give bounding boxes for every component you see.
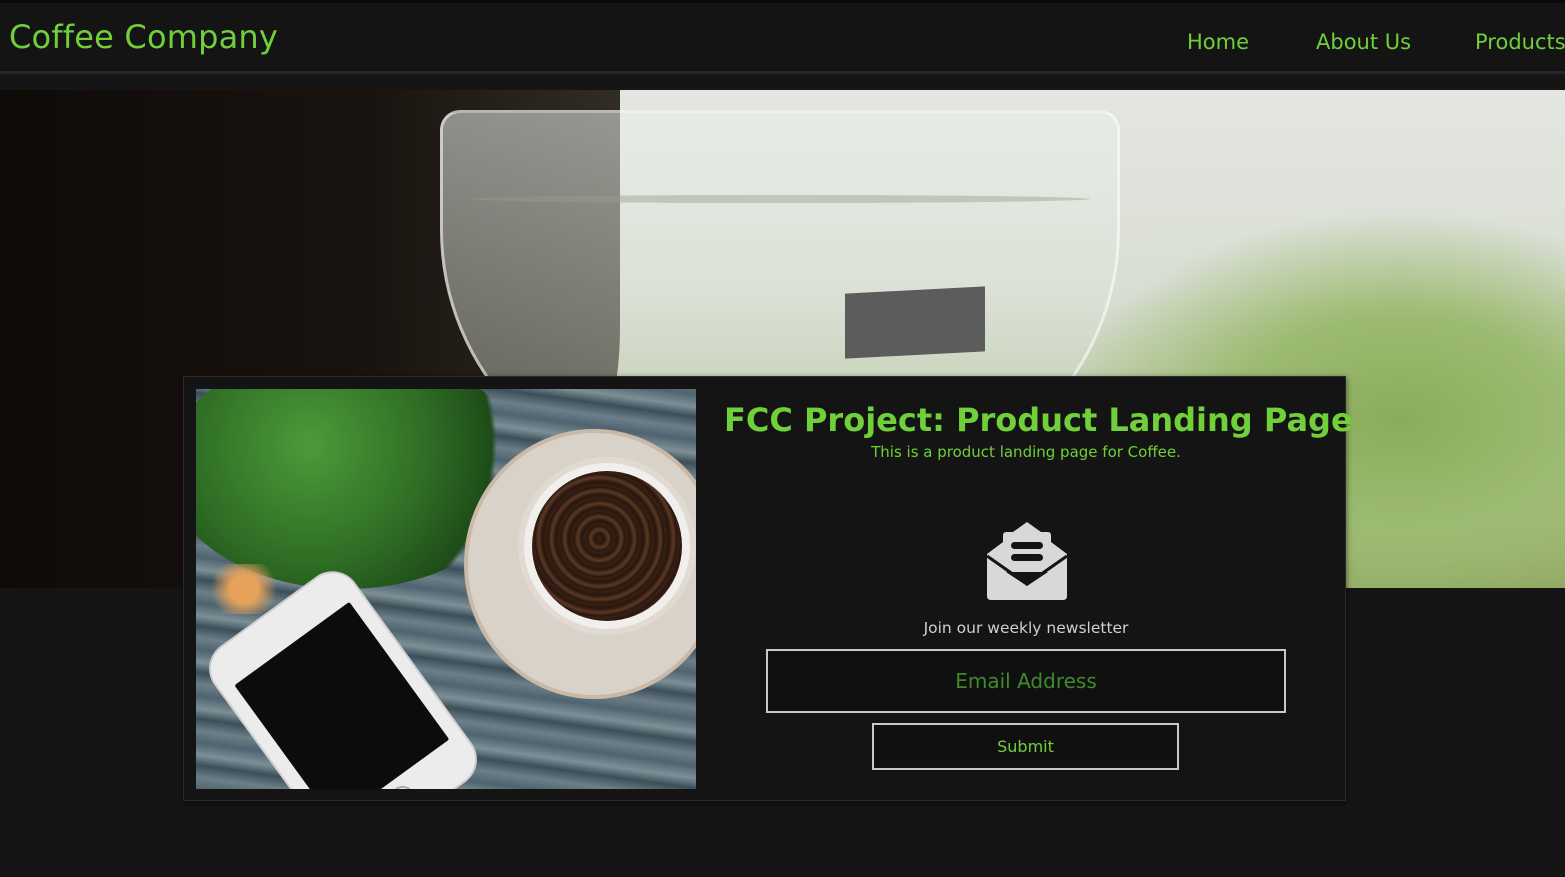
- submit-button[interactable]: Submit: [872, 723, 1179, 770]
- nav-link-about-us[interactable]: About Us: [1316, 30, 1411, 54]
- photo-coffee-beans: [532, 471, 682, 621]
- page-title: FCC Project: Product Landing Page: [724, 401, 1353, 439]
- product-card: FCC Project: Product Landing Page This i…: [183, 376, 1353, 801]
- envelope-open-icon: [986, 522, 1068, 600]
- nav-link-products[interactable]: Products: [1475, 30, 1565, 54]
- hero-water-line: [470, 195, 1090, 203]
- photo-phone-home-button: [385, 781, 420, 789]
- page-subtitle: This is a product landing page for Coffe…: [871, 443, 1181, 461]
- photo-phone-screen: [234, 601, 450, 789]
- nav-link-home[interactable]: Home: [1187, 30, 1249, 54]
- product-photo: [196, 389, 696, 789]
- site-header: Coffee Company Home About Us Products: [0, 3, 1565, 74]
- newsletter-label: Join our weekly newsletter: [923, 619, 1129, 637]
- email-field[interactable]: [766, 649, 1286, 713]
- photo-flowers: [204, 564, 284, 614]
- hero-carafe-label: [845, 286, 985, 359]
- brand-logo[interactable]: Coffee Company: [9, 18, 278, 56]
